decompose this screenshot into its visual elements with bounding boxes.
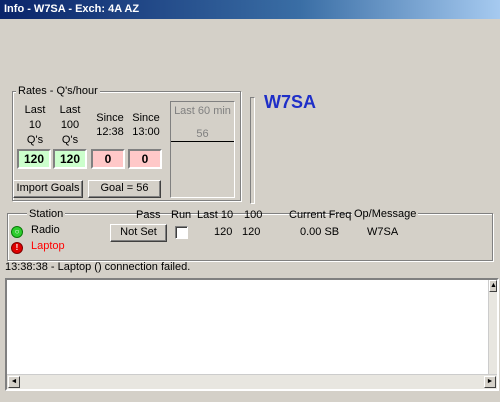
rates-group-label: Rates - Q's/hour (16, 85, 100, 97)
header-last10: Last 10 (197, 209, 234, 221)
rate-last10-value: 120 (17, 149, 51, 169)
rate-last100-value: 120 (53, 149, 87, 169)
last60-divider (171, 141, 234, 142)
rate-col4-line1: Since (132, 112, 160, 124)
header-run: Run (171, 209, 192, 221)
horizontal-scrollbar[interactable]: ◄ ► (7, 374, 497, 389)
scroll-right-icon[interactable]: ► (484, 376, 496, 388)
header-op-message: Op/Message (352, 208, 419, 220)
header-station: Station (27, 208, 66, 220)
title-bar: Info - W7SA - Exch: 4A AZ (0, 0, 500, 19)
goal-button[interactable]: Goal = 56 (88, 180, 161, 198)
radio-freq-value: 0.00 SB (300, 226, 340, 238)
status-error-icon: ! (11, 242, 23, 254)
last60-label: Last 60 min (174, 105, 231, 117)
last60-value: 56 (196, 128, 209, 140)
run-checkbox[interactable] (175, 226, 188, 239)
rate-col2-line1: Last (59, 104, 81, 116)
header-100: 100 (244, 209, 263, 221)
rate-col1-line1: Last (24, 104, 46, 116)
rate-col3-line1: Since (96, 112, 124, 124)
vertical-separator (250, 97, 255, 204)
rate-since-1300-value: 0 (128, 149, 162, 169)
rate-col1-line3: Q's (26, 134, 44, 146)
rate-since-1238-value: 0 (91, 149, 125, 169)
station-radio-label: Radio (31, 224, 60, 236)
message-log[interactable]: ▲ ◄ ► (5, 278, 499, 391)
rate-col2-line3: Q's (61, 134, 79, 146)
rate-col4-header: Since 13:00 (126, 111, 166, 139)
header-pass: Pass (136, 209, 161, 221)
radio-100-value: 120 (242, 226, 261, 238)
rate-col1-line2: 10 (28, 119, 42, 131)
rate-col2-line2: 100 (60, 119, 80, 131)
station-laptop-label: Laptop (31, 240, 65, 252)
import-goals-button[interactable]: Import Goals (13, 180, 83, 198)
pass-not-set-button[interactable]: Not Set (110, 224, 167, 242)
last60-panel: Last 60 min 56 (170, 101, 235, 198)
callsign-display: W7SA (264, 92, 317, 112)
rate-col1-header: Last 10 Q's (18, 103, 52, 148)
scroll-left-icon[interactable]: ◄ (8, 376, 20, 388)
scroll-up-icon[interactable]: ▲ (489, 280, 497, 292)
rate-col3-header: Since 12:38 (90, 111, 130, 139)
radio-last10-value: 120 (214, 226, 233, 238)
status-message: 13:38:38 - Laptop () connection failed. (5, 261, 191, 273)
status-ok-icon: ○ (11, 226, 23, 238)
radio-op-value: W7SA (367, 226, 399, 238)
window-title: Info - W7SA - Exch: 4A AZ (4, 3, 140, 15)
header-current-freq: Current Freq (289, 209, 352, 221)
rate-col4-line2: 13:00 (132, 126, 160, 138)
rate-col3-line2: 12:38 (96, 126, 124, 138)
vertical-scrollbar[interactable]: ▲ (488, 280, 497, 389)
rate-col2-header: Last 100 Q's (53, 103, 87, 148)
